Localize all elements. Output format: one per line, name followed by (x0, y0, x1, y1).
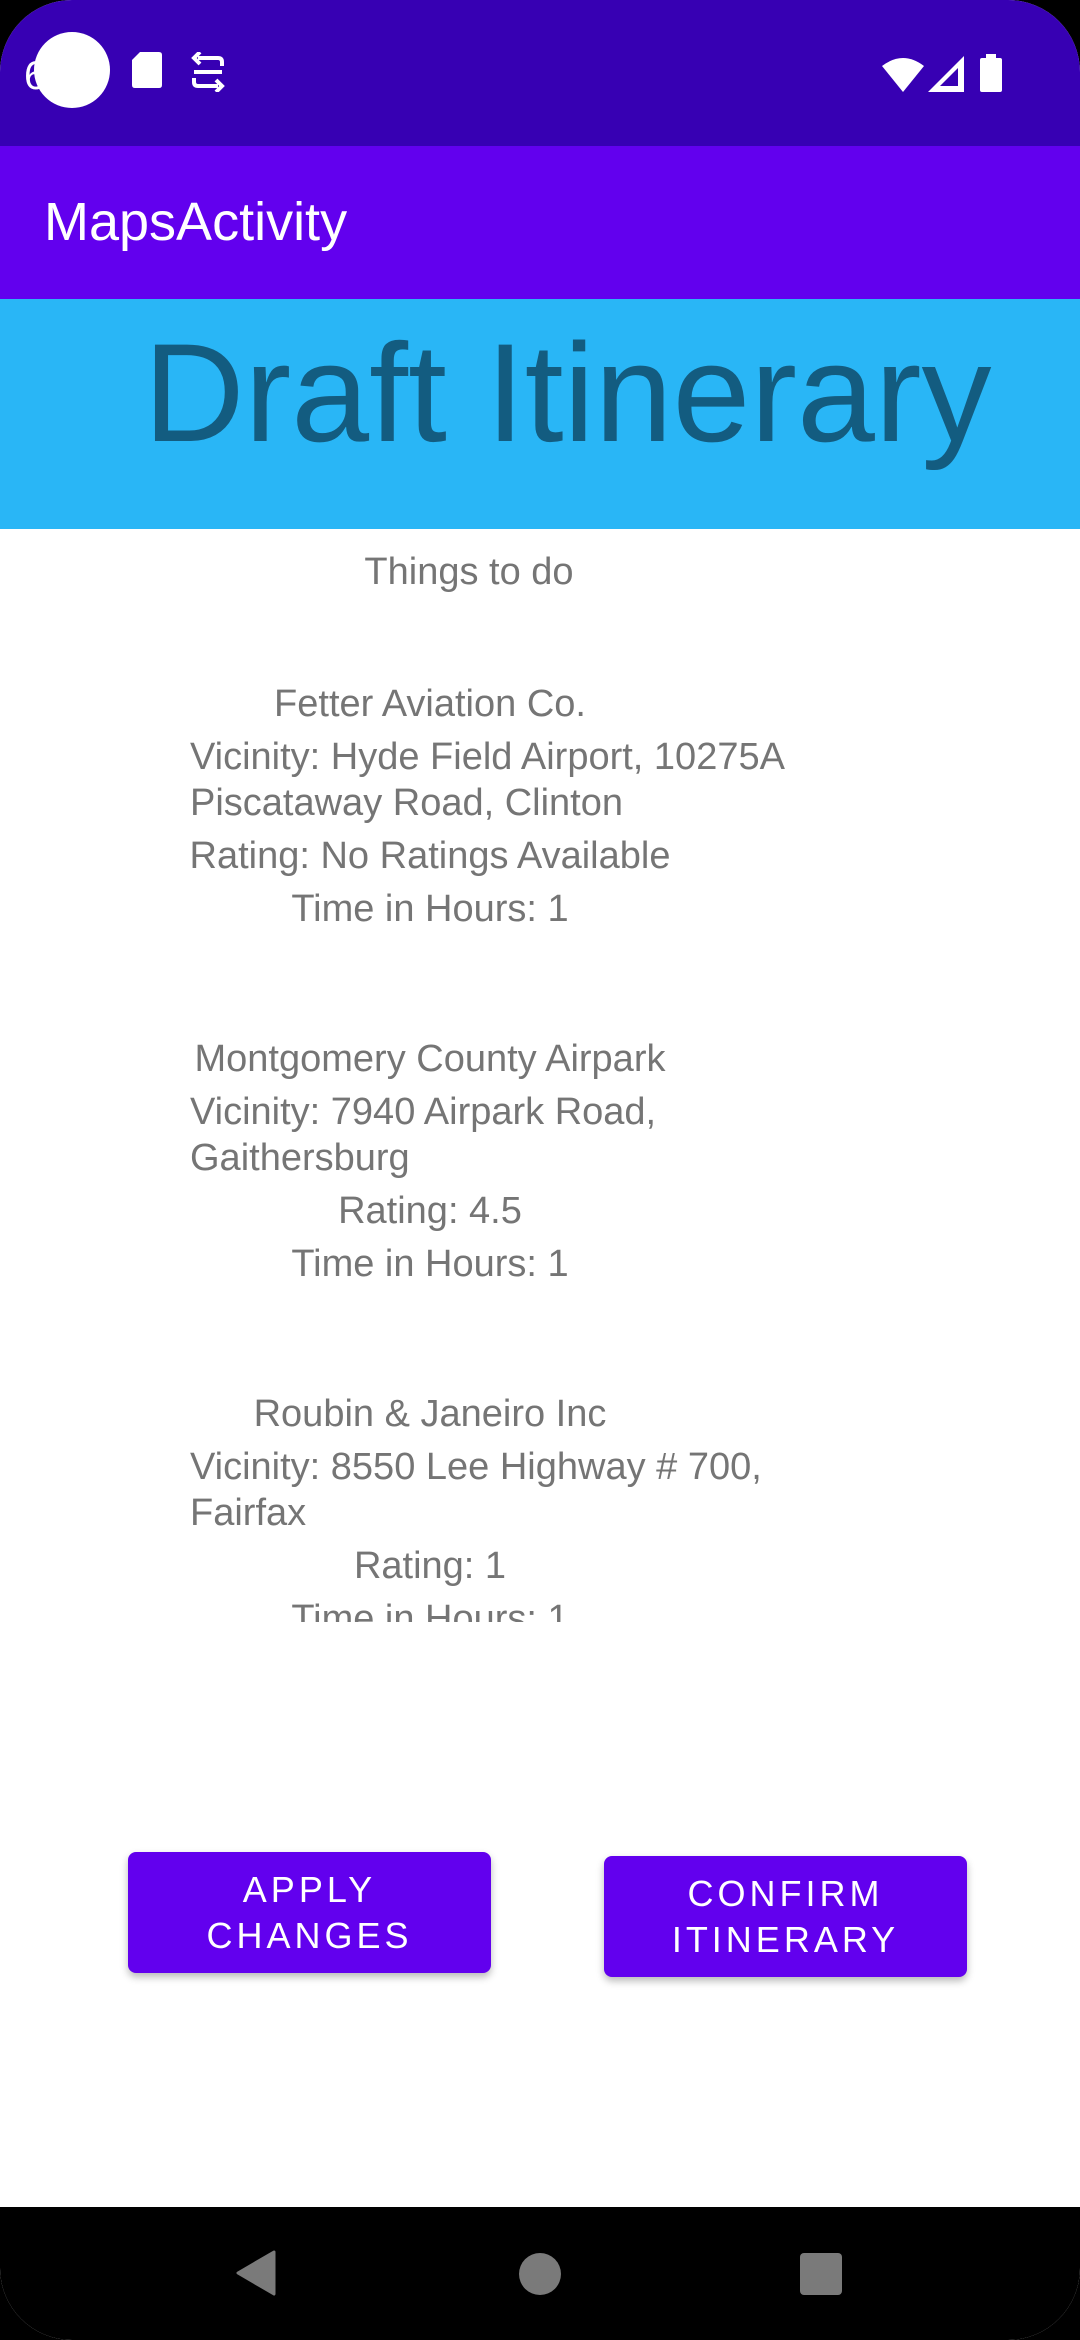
list-item: Fetter Aviation Co. Vicinity: Hyde Field… (190, 678, 890, 936)
recents-icon[interactable] (800, 2253, 842, 2295)
sync-icon (191, 52, 225, 92)
wifi-icon (882, 58, 924, 92)
apply-changes-label: APPLY CHANGES (206, 1868, 413, 1956)
app-title: MapsActivity (44, 192, 348, 252)
sd-card-icon (132, 52, 162, 88)
place-time: Time in Hours: 1 (291, 1598, 569, 1622)
confirm-itinerary-label: CONFIRM ITINERARY (671, 1872, 900, 1960)
camera-cutout (34, 32, 110, 108)
place-rating: Rating: 1 (353, 1545, 507, 1587)
place-vicinity: Vicinity: 7940 Airpark Road, Gaithersbur… (190, 1091, 657, 1179)
place-rating: Rating: 4.5 (338, 1190, 522, 1232)
place-time: Time in Hours: 1 (291, 888, 569, 930)
section-label: Things to do (364, 551, 574, 593)
list-item: Montgomery County Airpark Vicinity: 7940… (190, 1033, 890, 1291)
place-vicinity: Vicinity: 8550 Lee Highway # 700, Fairfa… (190, 1446, 762, 1534)
apply-changes-button[interactable]: APPLY CHANGES (128, 1852, 491, 1973)
signal-icon (928, 56, 964, 92)
phone-screen: 6 MapsActivity Draft Itinerary Things to… (0, 0, 1080, 2340)
battery-icon (980, 54, 1002, 92)
place-name: Fetter Aviation Co. (274, 683, 586, 725)
back-icon[interactable] (234, 2250, 276, 2296)
list-item: Roubin & Janeiro Inc Vicinity: 8550 Lee … (190, 1388, 890, 1622)
place-name: Roubin & Janeiro Inc (253, 1393, 607, 1435)
place-vicinity: Vicinity: Hyde Field Airport, 10275A Pis… (190, 736, 783, 824)
confirm-itinerary-button[interactable]: CONFIRM ITINERARY (604, 1856, 967, 1977)
place-rating: Rating: No Ratings Available (189, 835, 671, 877)
place-name: Montgomery County Airpark (194, 1038, 666, 1080)
home-icon[interactable] (518, 2252, 562, 2296)
page-title: Draft Itinerary (143, 314, 992, 471)
places-list[interactable]: Fetter Aviation Co. Vicinity: Hyde Field… (0, 600, 1080, 1622)
place-time: Time in Hours: 1 (291, 1243, 569, 1285)
